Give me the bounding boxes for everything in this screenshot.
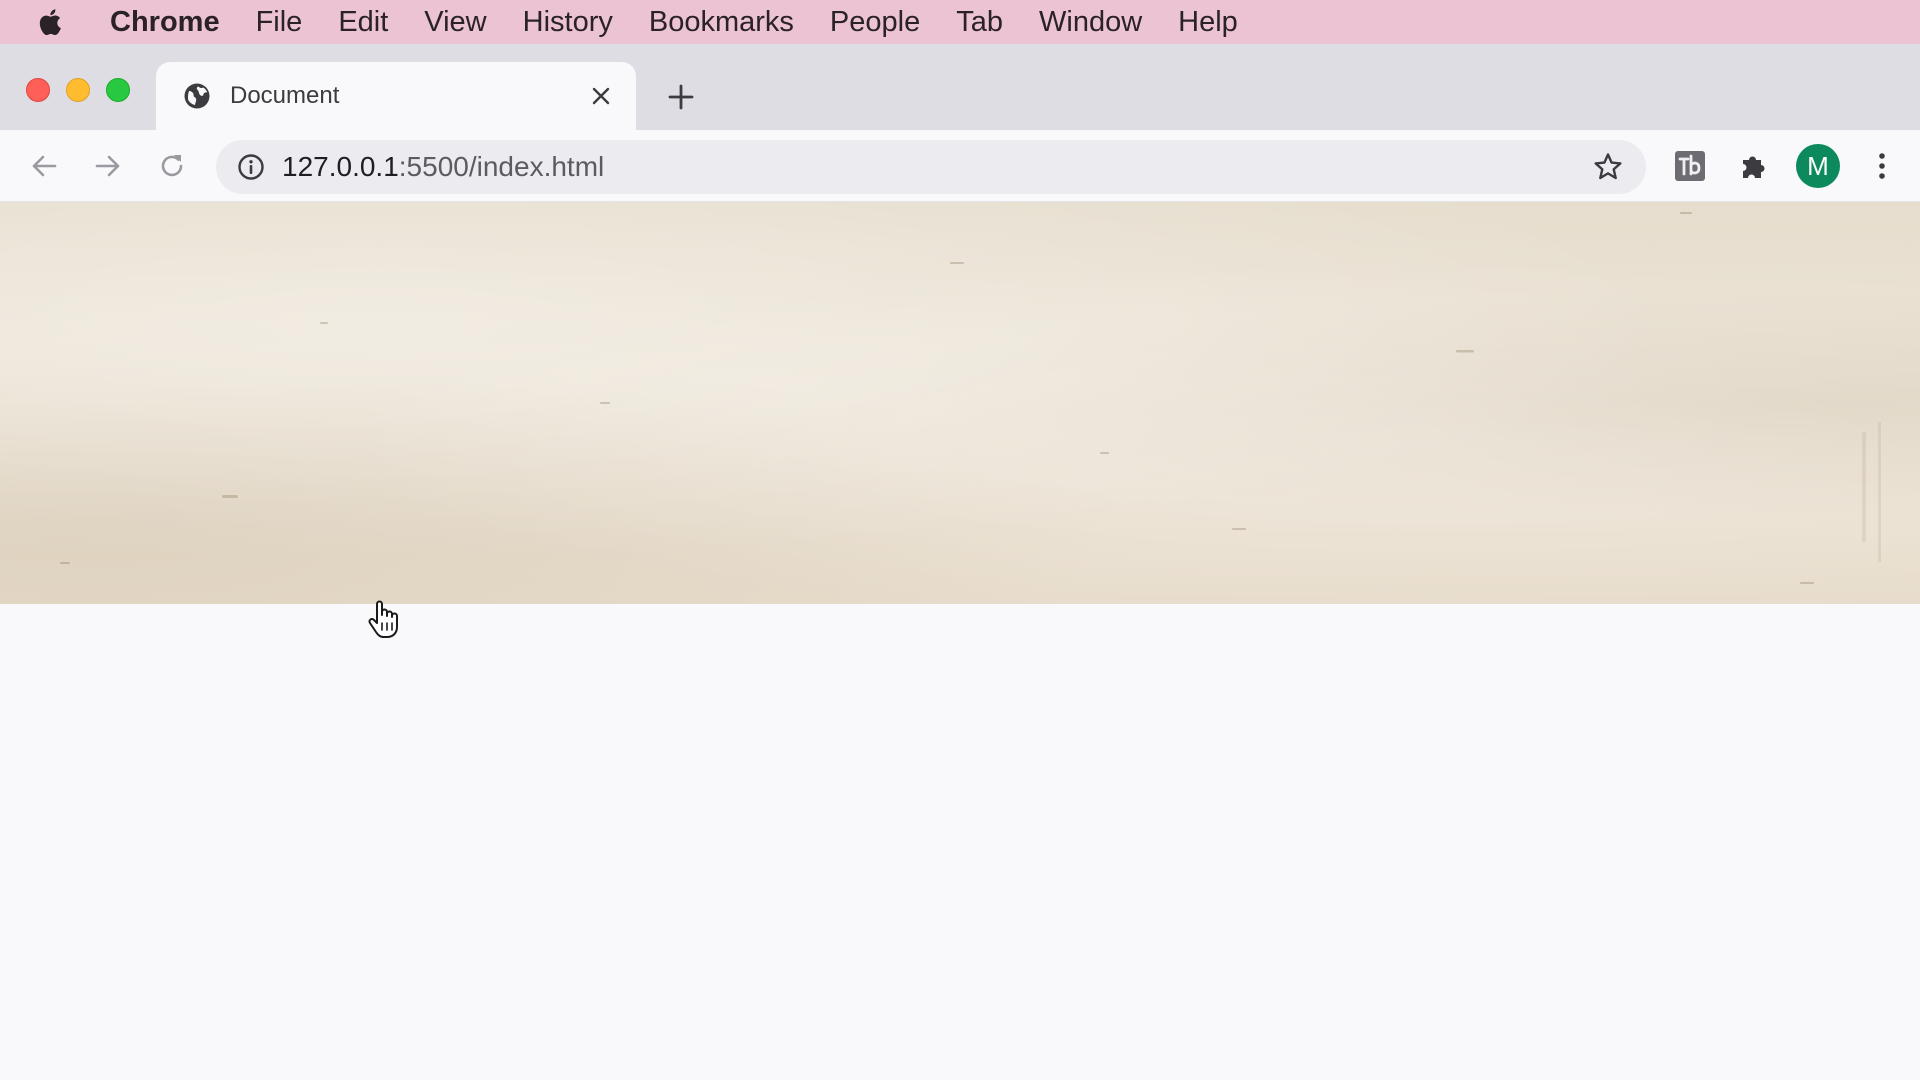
address-bar[interactable]: 127.0.0.1:5500/index.html [216, 140, 1646, 194]
url-path: :5500/index.html [398, 151, 605, 182]
arrow-right-icon [95, 155, 120, 177]
macos-menu-bar: Chrome File Edit View History Bookmarks … [0, 0, 1920, 44]
site-info-icon[interactable] [236, 152, 266, 182]
apple-icon [39, 9, 61, 36]
bookmark-star-icon[interactable] [1590, 149, 1626, 185]
tb-extension-icon[interactable] [1672, 148, 1708, 184]
more-menu-icon[interactable] [1864, 148, 1900, 184]
menu-app-chrome[interactable]: Chrome [96, 0, 238, 44]
menu-bookmarks[interactable]: Bookmarks [631, 0, 812, 44]
window-maximize-button[interactable] [106, 78, 130, 102]
reload-icon [161, 155, 183, 177]
window-minimize-button[interactable] [66, 78, 90, 102]
forward-button[interactable] [90, 148, 126, 184]
hand-cursor-icon [368, 599, 402, 639]
back-button[interactable] [26, 148, 62, 184]
window-close-button[interactable] [26, 78, 50, 102]
page-viewport [0, 202, 1920, 1080]
menu-help[interactable]: Help [1160, 0, 1256, 44]
menu-view[interactable]: View [406, 0, 504, 44]
url-host: 127.0.0.1 [282, 151, 399, 182]
menu-history[interactable]: History [505, 0, 631, 44]
url-text[interactable]: 127.0.0.1:5500/index.html [282, 151, 1590, 183]
browser-toolbar: 127.0.0.1:5500/index.html M [0, 130, 1920, 202]
globe-icon [182, 81, 212, 111]
tab-strip: Document [0, 44, 1920, 130]
new-tab-button[interactable] [664, 80, 698, 114]
tab-title: Document [230, 82, 340, 109]
arrow-left-icon [32, 155, 57, 177]
tab-close-icon[interactable] [586, 81, 616, 111]
menu-people[interactable]: People [812, 0, 938, 44]
plus-icon [668, 84, 694, 110]
profile-avatar[interactable]: M [1796, 144, 1840, 188]
browser-window: Document 127.0.0.1:5500/index.html M [0, 44, 1920, 1080]
extensions-puzzle-icon[interactable] [1736, 148, 1772, 184]
menu-edit[interactable]: Edit [320, 0, 406, 44]
menu-tab[interactable]: Tab [938, 0, 1021, 44]
reload-button[interactable] [154, 148, 190, 184]
apple-menu[interactable] [36, 7, 96, 37]
menu-file[interactable]: File [238, 0, 321, 44]
menu-window[interactable]: Window [1021, 0, 1160, 44]
tab-document[interactable]: Document [156, 62, 636, 130]
parchment-banner-image [0, 202, 1920, 604]
